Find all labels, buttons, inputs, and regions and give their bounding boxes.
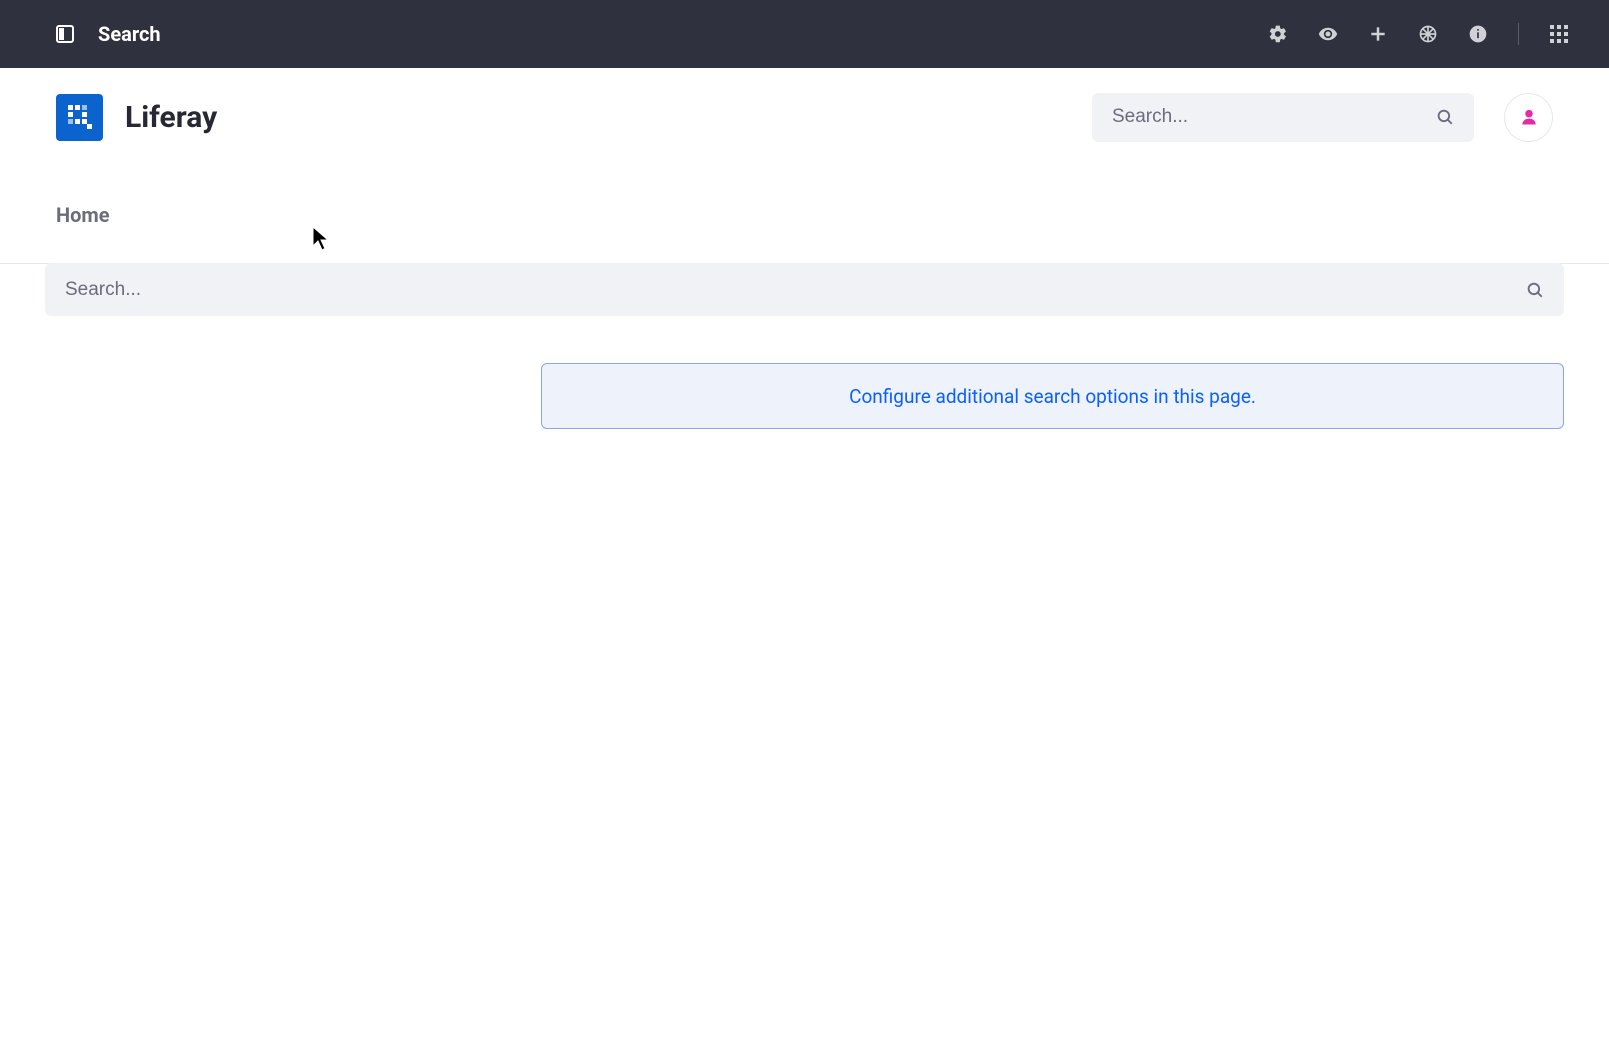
eye-icon[interactable] [1318,24,1338,44]
plus-icon[interactable] [1368,24,1388,44]
info-icon[interactable] [1468,24,1488,44]
user-avatar[interactable] [1504,93,1553,142]
site-title[interactable]: Liferay [125,100,217,135]
admin-bar-left: Search [56,22,161,46]
main-search-input[interactable] [65,279,1526,301]
search-icon[interactable] [1436,108,1454,126]
admin-bar-right [1268,23,1569,45]
simulate-icon[interactable] [1418,24,1438,44]
admin-bar: Search [0,0,1609,68]
search-icon[interactable] [1526,281,1544,299]
content-area: Configure additional search options in t… [0,317,1609,429]
gear-icon[interactable] [1268,24,1288,44]
nav-row: Home [0,166,1609,264]
configure-search-link[interactable]: Configure additional search options in t… [849,385,1256,408]
configure-search-alert: Configure additional search options in t… [541,363,1564,429]
site-logo[interactable] [56,94,103,141]
header-search [1092,93,1474,142]
main-search-box [45,263,1564,316]
panel-toggle-icon[interactable] [56,25,74,43]
main-search [45,263,1564,316]
grid-icon[interactable] [1549,24,1569,44]
site-header: Liferay [0,68,1609,166]
header-search-input[interactable] [1112,106,1436,128]
admin-page-title: Search [98,22,161,46]
admin-divider [1518,23,1519,45]
nav-home-link[interactable]: Home [56,203,110,227]
